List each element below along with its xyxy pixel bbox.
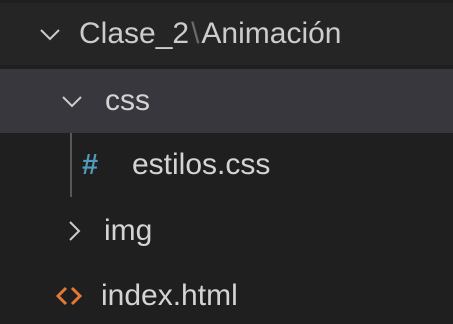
tree-item-label: index.html xyxy=(101,279,238,312)
tree-item-estilos-css[interactable]: # estilos.css xyxy=(0,133,453,197)
css-hash-icon: # xyxy=(82,148,99,181)
path-separator: \ xyxy=(191,17,200,50)
root-subfolder-name: Animación xyxy=(201,17,342,50)
file-explorer: Clase_2\Animación css # estilos.css img … xyxy=(0,0,453,324)
chevron-down-icon[interactable] xyxy=(38,22,62,46)
tree-item-label: css xyxy=(105,84,150,117)
tree-item-img-folder[interactable]: img xyxy=(0,199,453,263)
explorer-root-folder[interactable]: Clase_2\Animación xyxy=(0,3,453,65)
chevron-right-icon[interactable] xyxy=(62,219,86,243)
tree-item-label: img xyxy=(104,214,153,247)
root-folder-name: Clase_2 xyxy=(79,17,190,50)
html-code-icon xyxy=(55,284,83,308)
tree-item-label: estilos.css xyxy=(132,148,271,181)
tree-item-index-html[interactable]: index.html xyxy=(0,264,453,324)
chevron-down-icon[interactable] xyxy=(60,89,84,113)
tree-item-css-folder[interactable]: css xyxy=(0,69,453,133)
root-folder-label: Clase_2\Animación xyxy=(79,17,342,51)
